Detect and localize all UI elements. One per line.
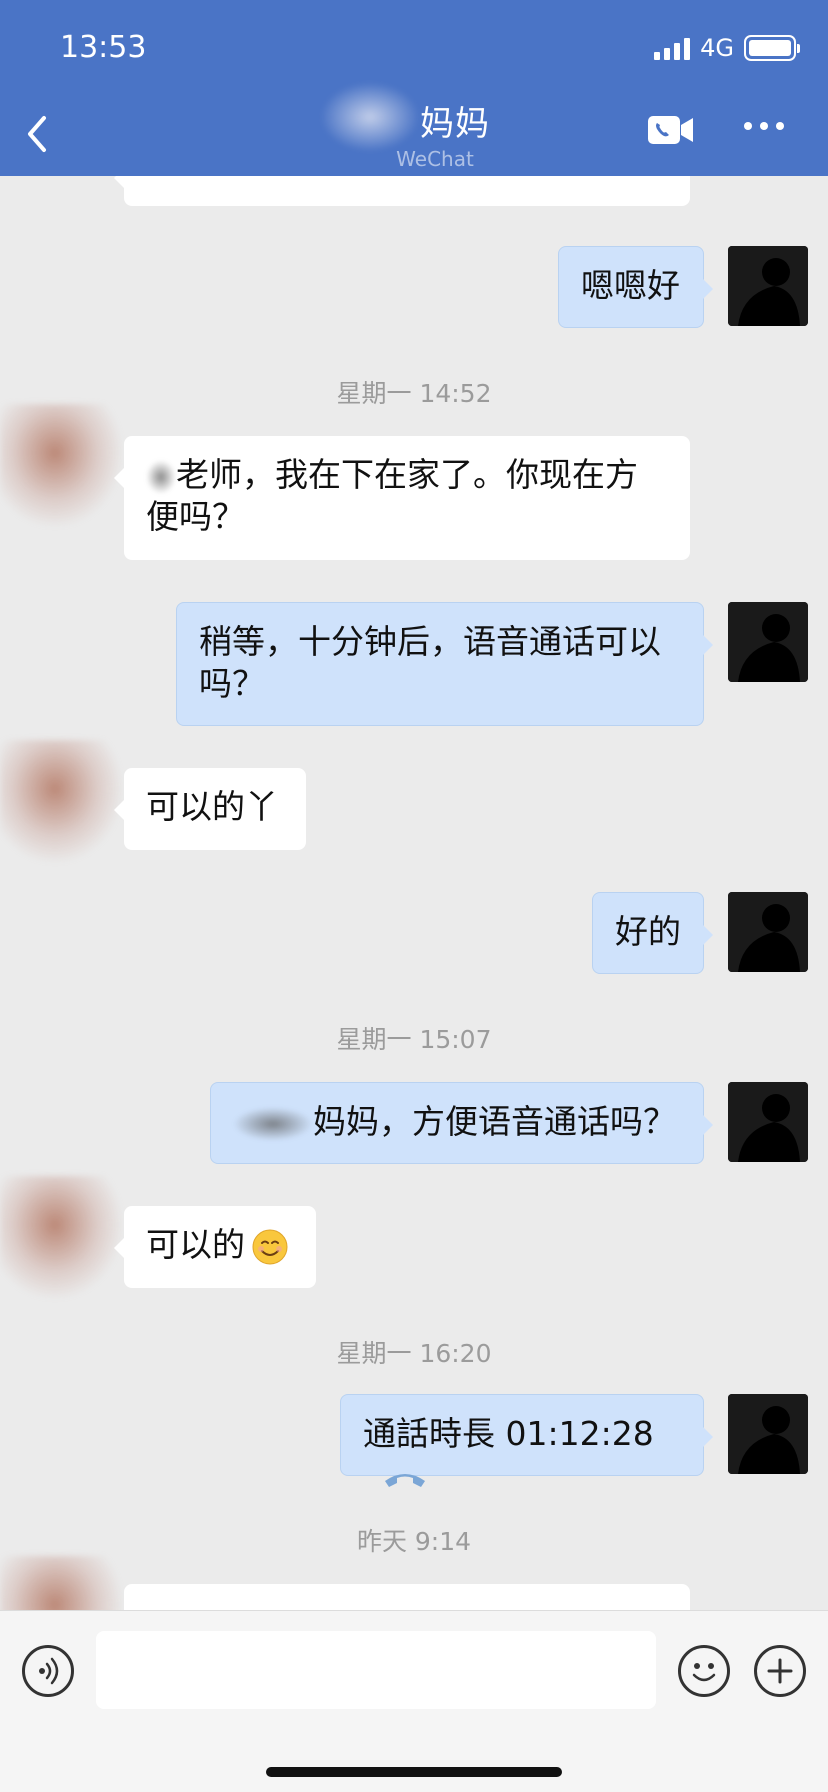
message-text-cont: 吗？ (199, 664, 265, 703)
message-outgoing[interactable]: 稍等，十分钟后，语音通话可以 吗？ (176, 602, 713, 726)
message-incoming[interactable] (114, 176, 690, 206)
message-input[interactable] (96, 1631, 656, 1709)
smile-emoji-icon (252, 1229, 288, 1264)
voice-input-icon[interactable] (22, 1645, 74, 1697)
plus-icon[interactable] (754, 1645, 806, 1697)
message-incoming[interactable] (124, 1584, 690, 1610)
video-call-icon[interactable] (646, 112, 696, 148)
message-text: 嗯嗯好 (581, 266, 680, 305)
timestamp: 星期一 15:07 (336, 1025, 492, 1054)
chat-title-area[interactable]: 妈妈 WeChat (300, 82, 530, 171)
signal-icon (654, 36, 691, 60)
avatar-silhouette-icon (728, 602, 808, 682)
message-incoming[interactable]: 可以的丫 (114, 768, 306, 850)
message-text: 稍等，十分钟后，语音通话可以 (199, 622, 661, 661)
input-bar (0, 1610, 828, 1792)
status-time: 13:53 (60, 30, 147, 65)
message-text: 通話時長 01:12:28 (363, 1414, 654, 1453)
message-list[interactable]: 嗯嗯好 星期一 14:52 老师，我在下在家了。你现在方 便吗？ 稍等，十分钟后… (0, 176, 828, 1610)
message-incoming[interactable]: 可以的 (114, 1206, 316, 1288)
avatar[interactable] (728, 602, 808, 682)
avatar[interactable] (0, 1556, 122, 1610)
avatar[interactable] (728, 246, 808, 326)
message-outgoing[interactable]: 嗯嗯好 (558, 246, 713, 328)
status-indicators: 4G (654, 34, 800, 62)
avatar[interactable] (728, 1394, 808, 1474)
message-outgoing[interactable]: 好的 (592, 892, 713, 974)
avatar-silhouette-icon (728, 1082, 808, 1162)
avatar-silhouette-icon (728, 246, 808, 326)
avatar[interactable] (0, 740, 122, 862)
home-indicator (266, 1767, 562, 1777)
message-text: 老师，我在下在家了。你现在方 (176, 455, 638, 494)
avatar[interactable] (0, 1176, 122, 1298)
avatar[interactable] (728, 1082, 808, 1162)
avatar[interactable] (0, 404, 122, 526)
call-record-message[interactable]: 通話時長 01:12:28 (340, 1394, 713, 1487)
message-text: 可以的丫 (146, 787, 278, 826)
avatar[interactable] (728, 892, 808, 972)
blurred-name (233, 1106, 313, 1141)
chat-header: 13:53 4G 妈妈 WeChat (0, 0, 828, 176)
phone-hangup-icon (385, 1473, 425, 1487)
timestamp: 星期一 16:20 (336, 1339, 492, 1368)
chat-subtitle: WeChat (396, 147, 474, 171)
avatar-silhouette-icon (728, 892, 808, 972)
message-text-cont: 便吗？ (146, 497, 245, 536)
battery-icon (744, 35, 800, 61)
message-text: 好的 (615, 912, 681, 951)
timestamp: 昨天 9:14 (356, 1527, 472, 1556)
timestamp: 星期一 14:52 (336, 379, 492, 408)
chat-title: 妈妈 (420, 104, 490, 144)
message-incoming[interactable]: 老师，我在下在家了。你现在方 便吗？ (114, 436, 690, 560)
more-icon[interactable] (744, 122, 784, 130)
blurred-name (146, 459, 176, 494)
back-icon[interactable] (22, 112, 52, 156)
network-label: 4G (700, 34, 734, 62)
emoji-icon[interactable] (678, 1645, 730, 1697)
message-text: 可以的 (146, 1225, 245, 1264)
message-text: 妈妈，方便语音通话吗？ (313, 1102, 676, 1141)
avatar-silhouette-icon (728, 1394, 808, 1474)
message-outgoing[interactable]: 妈妈，方便语音通话吗？ (210, 1082, 713, 1164)
